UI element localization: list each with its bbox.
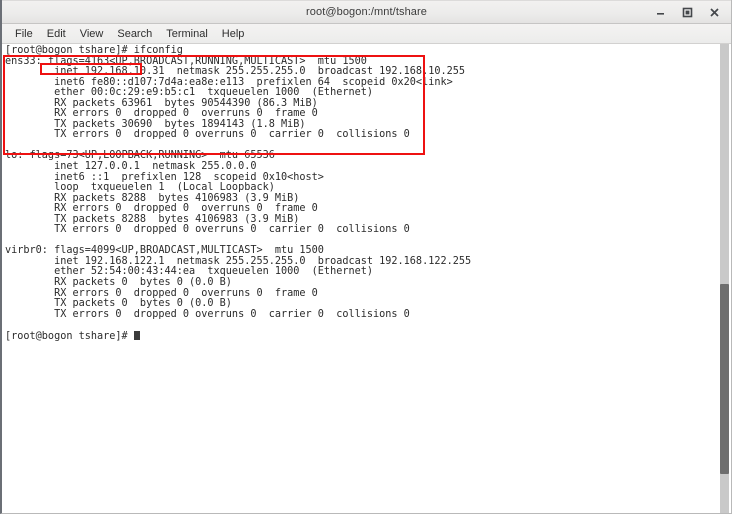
maximize-icon[interactable] bbox=[681, 6, 694, 19]
terminal-prompt-line: [root@bogon tshare]# bbox=[5, 330, 715, 342]
window-titlebar[interactable]: root@bogon:/mnt/tshare bbox=[2, 0, 731, 24]
terminal-area[interactable]: [root@bogon tshare]# ifconfig ens33: fla… bbox=[2, 44, 731, 513]
terminal-scrollbar[interactable] bbox=[714, 44, 731, 513]
menu-item-terminal[interactable]: Terminal bbox=[159, 27, 215, 41]
menu-item-file[interactable]: File bbox=[8, 27, 40, 41]
window-title: root@bogon:/mnt/tshare bbox=[306, 6, 427, 18]
minimize-icon[interactable] bbox=[654, 6, 667, 19]
close-icon[interactable] bbox=[708, 6, 721, 19]
menu-item-search[interactable]: Search bbox=[110, 27, 159, 41]
window-controls bbox=[654, 1, 727, 23]
menu-item-view[interactable]: View bbox=[73, 27, 111, 41]
terminal-line: TX errors 0 dropped 0 overruns 0 carrier… bbox=[5, 224, 410, 236]
terminal-line: [root@bogon tshare]# ifconfig bbox=[5, 45, 183, 56]
terminal-output[interactable]: [root@bogon tshare]# ifconfig ens33: fla… bbox=[2, 44, 715, 513]
terminal-line: inet 127.0.0.1 netmask 255.0.0.0 bbox=[5, 161, 257, 173]
terminal-line: TX errors 0 dropped 0 overruns 0 carrier… bbox=[5, 129, 410, 141]
text-cursor bbox=[133, 330, 140, 340]
terminal-window: root@bogon:/mnt/tshare File Edit View Se… bbox=[0, 0, 732, 514]
terminal-line: RX packets 0 bytes 0 (0.0 B) bbox=[5, 277, 232, 289]
terminal-line: TX errors 0 dropped 0 overruns 0 carrier… bbox=[5, 308, 410, 320]
scrollbar-thumb[interactable] bbox=[720, 284, 729, 474]
menu-item-edit[interactable]: Edit bbox=[40, 27, 73, 41]
menubar: File Edit View Search Terminal Help bbox=[2, 24, 731, 44]
menu-item-help[interactable]: Help bbox=[215, 27, 252, 41]
shell-prompt: [root@bogon tshare]# bbox=[5, 330, 134, 342]
